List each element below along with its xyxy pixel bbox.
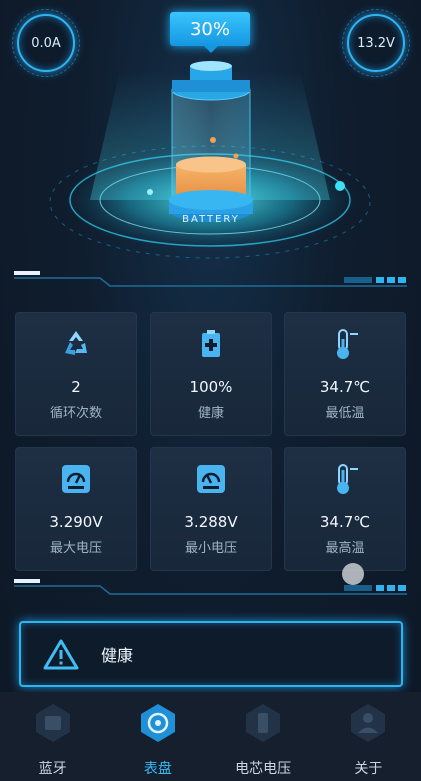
warning-icon [43,639,79,670]
nav-tab-about[interactable]: 关于 [316,692,421,781]
stat-card-cycles: 2 循环次数 [15,312,137,436]
platform-dot [335,181,345,191]
stat-label: 最大电压 [49,541,102,556]
stat-value: 34.7℃ [319,378,371,396]
bluetooth-tab-icon [35,704,70,742]
thermometer-icon [337,464,358,494]
battery-fill-top [176,156,246,173]
battery-illustration: BATTERY [49,61,371,259]
stat-label: 最高温 [325,541,365,556]
section-divider [14,271,407,287]
stat-value: 3.290V [49,513,103,531]
nav-tab-dashboard[interactable]: 表盘 [105,692,210,781]
battery-percent-badge: 30% [170,12,250,53]
bubble [233,153,239,159]
battery-base-top [169,190,253,210]
stat-value: 100% [189,378,233,396]
battery-label: BATTERY [182,214,240,225]
battery-terminal-top [190,61,232,71]
stat-label: 最小电压 [184,541,237,556]
voltage-value: 13.2V [357,35,395,51]
stat-card-min-voltage: 3.288V 最小电压 [150,447,272,571]
stat-label: 循环次数 [49,406,102,421]
thermometer-icon [337,329,358,359]
recycle-icon [65,331,87,355]
nav-label: 电芯电压 [235,761,292,777]
bubble [210,137,216,143]
stat-value: 34.7℃ [319,513,371,531]
bottom-nav: 蓝牙 表盘 电芯电压 关于 [0,692,421,781]
stat-card-max-temp: 34.7℃ 最高温 [284,447,406,571]
stat-card-min-temp: 34.7℃ 最低温 [284,312,406,436]
current-value: 0.0A [31,35,61,51]
nav-label: 蓝牙 [38,761,67,777]
cell-voltage-tab-icon [246,704,281,742]
stat-card-health: 100% 健康 [150,312,272,436]
nav-label: 关于 [354,761,383,777]
nav-tab-cell-voltage[interactable]: 电芯电压 [211,692,316,781]
health-status-text: 健康 [101,646,134,665]
scroll-handle[interactable] [342,563,364,585]
nav-tab-bluetooth[interactable]: 蓝牙 [0,692,105,781]
stat-card-max-voltage: 3.290V 最大电压 [15,447,137,571]
battery-percent: 30% [189,18,230,40]
battery-cap [172,80,250,92]
nav-label: 表盘 [143,761,172,777]
dashboard-screen: 0.0A 13.2V BATTERY 30% 2 循环次数 100% 健康 34… [0,0,421,781]
about-tab-icon [351,704,386,742]
health-status-bar[interactable]: 健康 [19,621,403,687]
battery-health-icon [202,330,220,357]
dashboard-tab-icon [140,704,175,742]
stat-label: 最低温 [325,406,365,421]
meter-icon [197,465,225,493]
stat-value: 2 [71,378,81,396]
stat-label: 健康 [197,406,224,421]
stat-value: 3.288V [184,513,238,531]
meter-icon [62,465,90,493]
